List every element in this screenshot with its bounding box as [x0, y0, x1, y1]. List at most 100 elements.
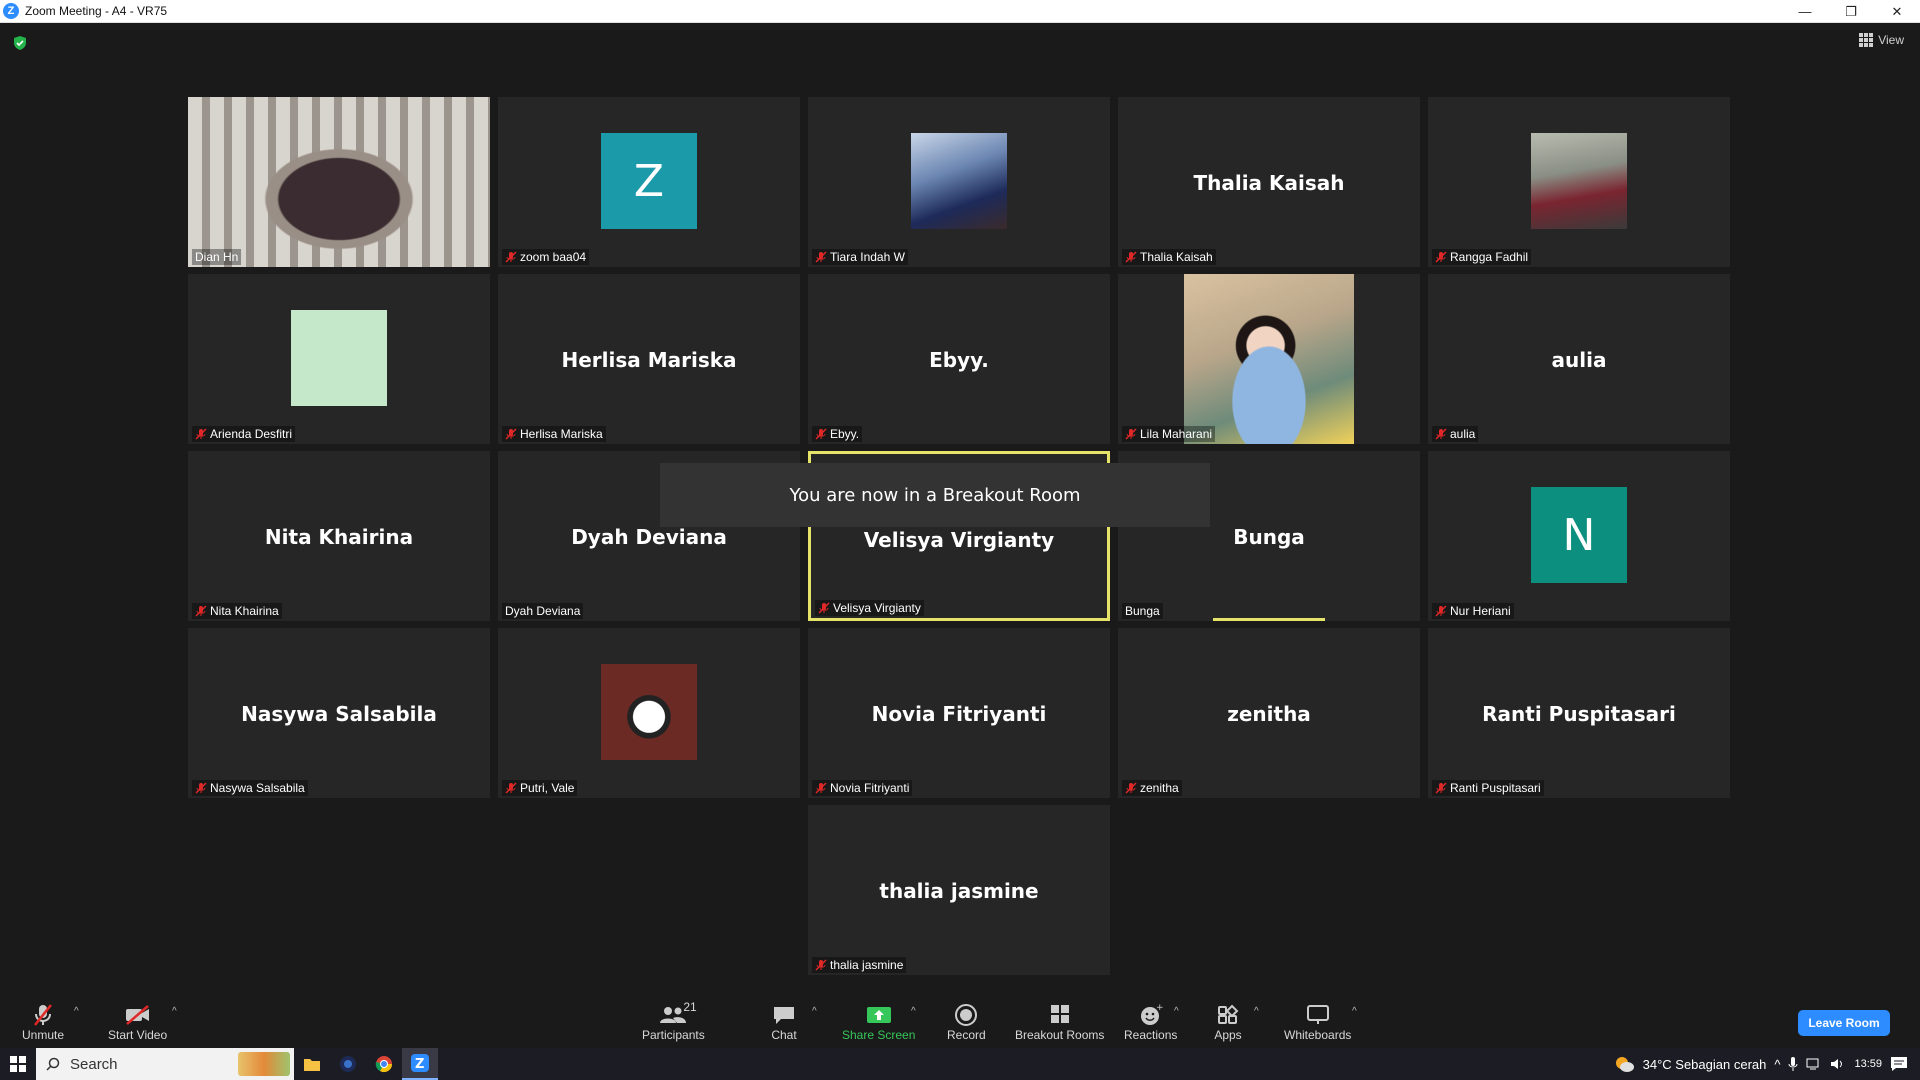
close-icon[interactable]: ✕: [1874, 0, 1920, 23]
participant-name: Herlisa Mariska: [520, 427, 603, 441]
participant-name-label: Nur Heriani: [1432, 603, 1514, 619]
participant-tile[interactable]: Putri, Vale: [498, 628, 800, 798]
apps-options-caret-icon[interactable]: ^: [1254, 1006, 1259, 1017]
apps-button[interactable]: Apps: [1214, 1002, 1242, 1042]
participant-tile[interactable]: Rangga Fadhil: [1428, 97, 1730, 267]
participants-label: Participants: [642, 1028, 705, 1042]
start-video-button[interactable]: Start Video: [108, 1002, 167, 1042]
minimize-icon[interactable]: —: [1782, 0, 1828, 23]
record-icon: [952, 1002, 980, 1028]
chat-label: Chat: [771, 1028, 797, 1042]
participant-display-name: Ranti Puspitasari: [1482, 702, 1676, 726]
window-controls: — ❐ ✕: [1782, 0, 1920, 23]
weather-icon: [1615, 1057, 1634, 1072]
muted-mic-icon: [815, 428, 827, 440]
profile-photo: [1531, 133, 1627, 229]
reactions-options-caret-icon[interactable]: ^: [1174, 1006, 1179, 1017]
participant-name: Tiara Indah W: [830, 250, 905, 264]
participant-display-name: Nasywa Salsabila: [241, 702, 437, 726]
muted-mic-icon: [1125, 428, 1137, 440]
participant-name: Rangga Fadhil: [1450, 250, 1529, 264]
encryption-shield-icon[interactable]: [12, 35, 28, 51]
volume-icon[interactable]: [1830, 1057, 1846, 1071]
muted-mic-icon: [1125, 251, 1137, 263]
video-off-icon: [124, 1002, 152, 1028]
participant-name: Dian Hn: [195, 250, 239, 264]
participants-button[interactable]: 21 Participants: [642, 1000, 705, 1042]
participant-tile[interactable]: Dian Hn: [188, 97, 490, 267]
taskbar-search[interactable]: Search: [36, 1048, 294, 1080]
notification-center-icon[interactable]: [1890, 1056, 1908, 1072]
participant-tile[interactable]: N Nur Heriani: [1428, 451, 1730, 621]
whiteboards-options-caret-icon[interactable]: ^: [1352, 1006, 1357, 1017]
participants-icon: 21: [659, 1000, 697, 1028]
participant-tile[interactable]: Herlisa Mariska Herlisa Mariska: [498, 274, 800, 444]
svg-text:Z: Z: [415, 1057, 424, 1072]
meeting-toolbar: Unmute ^ Start Video ^ 21 Participants C…: [0, 1000, 1920, 1048]
chrome-icon[interactable]: [366, 1048, 402, 1080]
leave-room-button[interactable]: Leave Room: [1798, 1010, 1890, 1036]
participant-name: Nita Khairina: [210, 604, 279, 618]
participant-name: Thalia Kaisah: [1140, 250, 1213, 264]
file-explorer-icon[interactable]: [294, 1048, 330, 1080]
system-tray: 34°C Sebagian cerah ^ 13:59: [1613, 1048, 1920, 1080]
participant-tile[interactable]: Nita Khairina Nita Khairina: [188, 451, 490, 621]
audio-options-caret-icon[interactable]: ^: [74, 1006, 79, 1017]
reactions-button[interactable]: + Reactions: [1124, 1002, 1177, 1042]
participant-tile[interactable]: zenitha zenitha: [1118, 628, 1420, 798]
participant-name-label: Dian Hn: [192, 249, 242, 265]
participant-name-label: Velisya Virgianty: [815, 600, 924, 616]
share-screen-icon: [865, 1002, 893, 1028]
view-button[interactable]: View: [1859, 33, 1904, 47]
breakout-rooms-icon: [1046, 1002, 1074, 1028]
share-options-caret-icon[interactable]: ^: [911, 1006, 916, 1017]
participant-name-label: Herlisa Mariska: [502, 426, 606, 442]
zoom-taskbar-icon[interactable]: Z: [402, 1048, 438, 1080]
clock-time[interactable]: 13:59: [1854, 1058, 1882, 1070]
participant-name: aulia: [1450, 427, 1476, 441]
participant-tile[interactable]: Thalia Kaisah Thalia Kaisah: [1118, 97, 1420, 267]
zoom-logo-icon: Z: [3, 3, 19, 19]
participant-tile[interactable]: aulia aulia: [1428, 274, 1730, 444]
muted-mic-icon: [195, 605, 207, 617]
show-hidden-icons-icon[interactable]: ^: [1774, 1057, 1780, 1072]
participant-name-label: Rangga Fadhil: [1432, 249, 1532, 265]
participant-tile[interactable]: Ranti Puspitasari Ranti Puspitasari: [1428, 628, 1730, 798]
chat-button[interactable]: Chat: [770, 1002, 798, 1042]
participant-tile[interactable]: Zzoom baa04: [498, 97, 800, 267]
participant-display-name: Ebyy.: [929, 348, 989, 372]
share-screen-button[interactable]: Share Screen: [842, 1002, 915, 1042]
participant-name-label: Thalia Kaisah: [1122, 249, 1216, 265]
muted-mic-icon: [815, 959, 827, 971]
participant-tile[interactable]: Ebyy. Ebyy.: [808, 274, 1110, 444]
participant-display-name: aulia: [1551, 348, 1607, 372]
muted-mic-icon: [815, 782, 827, 794]
participant-tile[interactable]: thalia jasmine thalia jasmine: [808, 805, 1110, 975]
participant-name: Ranti Puspitasari: [1450, 781, 1541, 795]
start-video-label: Start Video: [108, 1028, 168, 1042]
participant-tile[interactable]: Arienda Desfitri: [188, 274, 490, 444]
participant-tile[interactable]: Lila Maharani: [1118, 274, 1420, 444]
record-button[interactable]: Record: [947, 1002, 986, 1042]
participant-name-label: aulia: [1432, 426, 1479, 442]
participant-name: thalia jasmine: [830, 958, 904, 972]
participant-display-name: thalia jasmine: [879, 879, 1039, 903]
participant-tile[interactable]: Tiara Indah W: [808, 97, 1110, 267]
whiteboards-button[interactable]: Whiteboards: [1284, 1002, 1351, 1042]
network-icon[interactable]: [1806, 1057, 1822, 1071]
reactions-icon: +: [1137, 1002, 1165, 1028]
breakout-rooms-button[interactable]: Breakout Rooms: [1015, 1002, 1104, 1042]
weather-text[interactable]: 34°C Sebagian cerah: [1643, 1057, 1767, 1072]
media-app-icon[interactable]: [330, 1048, 366, 1080]
windows-start-icon[interactable]: [0, 1048, 36, 1080]
participant-tile[interactable]: Novia Fitriyanti Novia Fitriyanti: [808, 628, 1110, 798]
participant-display-name: Herlisa Mariska: [561, 348, 737, 372]
chat-options-caret-icon[interactable]: ^: [812, 1006, 817, 1017]
muted-mic-icon: [1125, 782, 1137, 794]
unmute-button[interactable]: Unmute: [22, 1002, 64, 1042]
restore-icon[interactable]: ❐: [1828, 0, 1874, 23]
participant-tile[interactable]: Nasywa Salsabila Nasywa Salsabila: [188, 628, 490, 798]
video-options-caret-icon[interactable]: ^: [172, 1006, 177, 1017]
microphone-tray-icon[interactable]: [1788, 1056, 1798, 1072]
avatar: [291, 310, 387, 406]
